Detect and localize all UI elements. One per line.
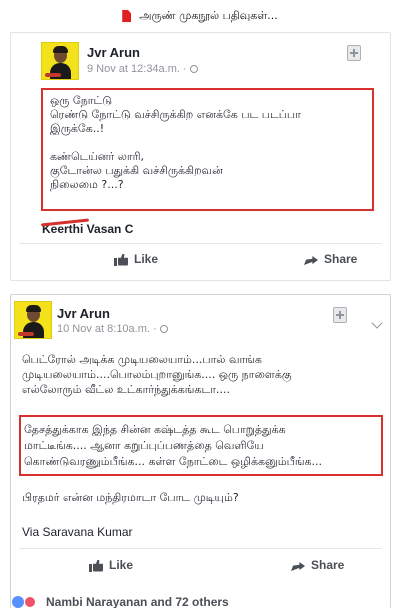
add-friend-icon[interactable]	[347, 45, 361, 61]
post-line: தேசத்துக்காக இந்த சின்ன கஷ்டத்த கூட பொறு…	[24, 423, 286, 436]
post-line: ஒரு நோட்டு	[50, 94, 113, 107]
share-label: Share	[324, 252, 358, 266]
post-paragraph: பெட்ரோல் அடிக்க முடியலையாம்...பால் வாங்க…	[22, 352, 292, 397]
file-icon	[122, 10, 132, 22]
post-card-1: Jvr Arun 9 Nov at 12:34a.m. · ஒரு நோட்டு…	[10, 32, 391, 281]
avatar[interactable]	[41, 42, 79, 80]
share-label: Share	[311, 558, 345, 572]
post-card-2: Jvr Arun 10 Nov at 8:10a.m. · பெட்ரோல் அ…	[10, 294, 391, 608]
like-reaction-icon	[12, 596, 24, 608]
reactions-label: Nambi Narayanan and 72 others	[46, 595, 229, 608]
share-arrow-icon	[291, 559, 305, 571]
page-title: அருண் முகநூல் பதிவுகள்...	[139, 8, 278, 22]
post-author[interactable]: Jvr Arun	[57, 306, 110, 321]
globe-icon	[189, 65, 198, 73]
post-author[interactable]: Jvr Arun	[87, 45, 140, 60]
post-line: எல்லோரும் வீட்ல உட்கார்ந்துக்கங்கடா....	[22, 383, 230, 396]
share-button[interactable]: Share	[304, 252, 357, 266]
post-line: குடோன்ல பதுக்கி வச்சிருக்கிறவன்	[50, 164, 223, 177]
post-timestamp[interactable]: 9 Nov at 12:34a.m.	[87, 63, 180, 75]
post-meta: 9 Nov at 12:34a.m. ·	[87, 63, 198, 75]
love-reaction-icon	[24, 596, 36, 608]
divider	[19, 548, 382, 549]
post-line: நிலைமை ?...?	[50, 178, 124, 191]
post-paragraph-highlighted: தேசத்துக்காக இந்த சின்ன கஷ்டத்த கூட பொறு…	[24, 422, 322, 470]
share-button[interactable]: Share	[291, 558, 344, 572]
post-line: மாட்டீங்க.... ஆனா கறுப்புப்பணத்தை வெளியே	[24, 439, 264, 452]
like-button[interactable]: Like	[89, 558, 133, 572]
post-body: ஒரு நோட்டு ரெண்டு நோட்டு வச்சிருக்கிற என…	[50, 94, 301, 192]
post-line-spacer	[50, 136, 301, 150]
share-arrow-icon	[304, 253, 318, 265]
post-line: கொண்டுவரணும்பீங்க... கள்ள நோட்டை ஒழிக்கன…	[24, 455, 322, 468]
post-via: Via Saravana Kumar	[22, 525, 133, 539]
post-line: இருக்கே..!	[50, 122, 105, 135]
post-paragraph: பிரதமர் என்ன மந்திரமாடா போட முடியும்?	[22, 491, 239, 504]
add-friend-icon[interactable]	[333, 307, 347, 323]
post-timestamp[interactable]: 10 Nov at 8:10a.m.	[57, 323, 150, 335]
thumbs-up-icon	[89, 559, 103, 572]
post-line: பெட்ரோல் அடிக்க முடியலையாம்...பால் வாங்க	[22, 353, 262, 366]
thumbs-up-icon	[114, 253, 128, 266]
avatar[interactable]	[14, 301, 52, 339]
globe-icon	[159, 325, 168, 333]
like-label: Like	[134, 252, 159, 266]
like-button[interactable]: Like	[114, 252, 158, 266]
post-line: முடியலையாம்....பொலம்புறானுங்க.... ஒரு நா…	[22, 368, 292, 381]
post-meta: 10 Nov at 8:10a.m. ·	[57, 323, 168, 335]
post-line: ரெண்டு நோட்டு வச்சிருக்கிற எனக்கே பட படப…	[50, 108, 301, 121]
page-header: அருண் முகநூல் பதிவுகள்...	[0, 0, 400, 32]
reactions-summary[interactable]: Nambi Narayanan and 72 others	[12, 595, 229, 608]
post-line: கண்டெய்னர் லாரி,	[50, 150, 144, 163]
divider	[19, 243, 382, 244]
chevron-down-icon[interactable]	[371, 317, 383, 329]
like-label: Like	[109, 558, 134, 572]
